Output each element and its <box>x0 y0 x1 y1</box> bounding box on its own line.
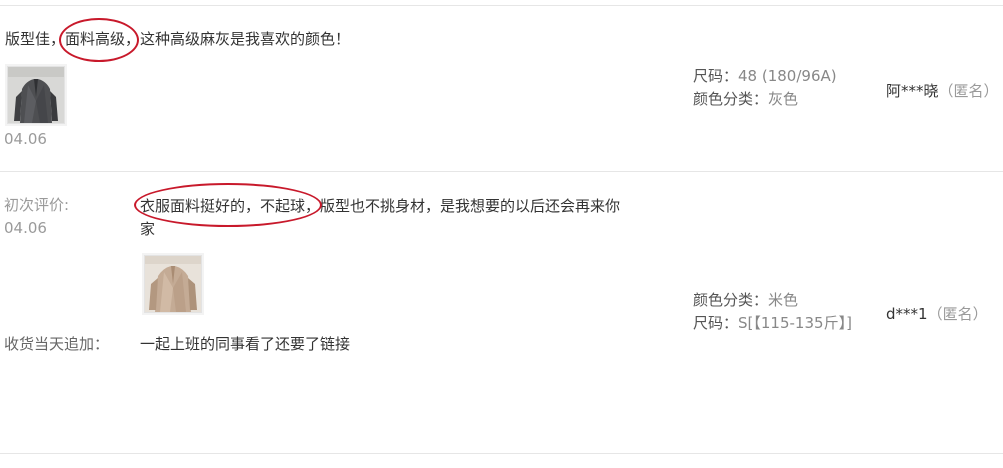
review-2-size-label: 尺码： <box>693 314 739 332</box>
review-divider <box>0 171 1003 172</box>
review-2-user: d***1（匿名） <box>886 303 988 325</box>
review-1-color-label: 颜色分类： <box>693 90 769 108</box>
review-2-color-label: 颜色分类： <box>693 291 769 309</box>
review-2-text-line1: 衣服面料挺好的，不起球，版型也不挑身材，是我想要的以后还会再来你 <box>140 194 620 218</box>
review-2-highlight: 衣服面料挺好的，不起球 <box>140 197 306 215</box>
review-2-color: 颜色分类：米色 <box>693 289 798 311</box>
review-2-text-after: ，版型也不挑身材，是我想要的以后还会再来你 <box>305 197 621 215</box>
review-1-photo[interactable] <box>7 66 65 124</box>
review-2-color-value: 米色 <box>768 291 799 309</box>
review-2-size: 尺码：S[【115-135斤】] <box>693 312 852 334</box>
review-1-highlight: 面料高级 <box>65 30 126 48</box>
gray-jacket-photo-icon <box>8 67 64 123</box>
review-2-initial-label: 初次评价: <box>4 196 70 214</box>
review-1-color-value: 灰色 <box>768 90 799 108</box>
review-1-size-label: 尺码： <box>693 67 739 85</box>
review-2-anonymous: （匿名） <box>927 305 988 323</box>
review-1-size: 尺码：48 (180/96A) <box>693 65 837 87</box>
review-1-size-value: 48 (180/96A) <box>738 67 837 85</box>
review-2-photo[interactable] <box>144 255 202 313</box>
review-1-username: 阿***晓 <box>886 82 939 100</box>
review-2-username: d***1 <box>886 305 928 323</box>
review-1-text: 版型佳，面料高级，这种高级麻灰是我喜欢的颜色！ <box>5 27 350 51</box>
beige-jacket-photo-icon <box>145 256 201 312</box>
review-1-text-before: 版型佳， <box>5 30 66 48</box>
review-2-size-value: S[【115-135斤】] <box>738 314 852 332</box>
review-1-date: 04.06 <box>4 130 47 148</box>
review-2-append-text: 一起上班的同事看了还要了链接 <box>140 335 351 353</box>
review-2-append-label: 收货当天追加： <box>4 335 110 353</box>
review-1-text-after: ，这种高级麻灰是我喜欢的颜色！ <box>125 30 351 48</box>
review-2-date: 04.06 <box>4 219 47 237</box>
top-divider <box>0 5 1003 6</box>
bottom-divider <box>0 453 1003 454</box>
review-1-anonymous: （匿名） <box>938 82 999 100</box>
review-2-text-line2: 家 <box>140 220 156 238</box>
review-1-user: 阿***晓（匿名） <box>886 80 999 102</box>
review-1-color: 颜色分类：灰色 <box>693 88 798 110</box>
